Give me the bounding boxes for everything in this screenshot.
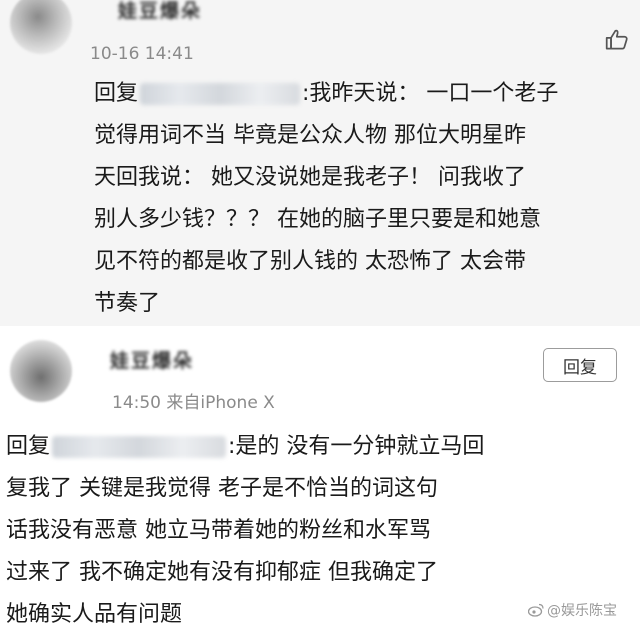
thumbs-up-icon[interactable] [602, 26, 632, 54]
comment-line: 复我了 关键是我觉得 老子是不恰当的词这句 [6, 476, 438, 501]
watermark-text: @娱乐陈宝 [547, 603, 617, 619]
mention-redacted[interactable] [52, 436, 227, 458]
comment-line: 觉得用词不当 毕竟是公众人物 那位大明星昨 [94, 123, 526, 148]
watermark: @娱乐陈宝 [528, 600, 617, 620]
comment-line: 见不符的都是收了别人钱的 太恐怖了 太会带 [94, 249, 526, 274]
reply-button[interactable]: 回复 [543, 348, 617, 382]
comment-line: 天回我说： 她又没说她是我老子！ 问我收了 [94, 165, 526, 190]
comment-line: 话我没有恶意 她立马带着她的粉丝和水军骂 [6, 518, 431, 543]
username[interactable]: 娃豆爆朵 [118, 0, 202, 23]
comment-line: 节奏了 [94, 291, 161, 316]
comment-line-text: :是的 没有一分钟就立马回 [228, 434, 485, 459]
reply-prefix: 回复 [6, 434, 51, 459]
comment-card-1: 娃豆爆朵 10-16 14:41 回复 :我昨天说： 一口一个老子 觉得用词不当 … [0, 0, 640, 326]
comment-line: 别人多少钱？？？ 在她的脑子里只要是和她意 [94, 207, 541, 232]
reply-prefix: 回复 [94, 81, 139, 106]
mention-redacted[interactable] [140, 83, 301, 105]
comment-line-text: :我昨天说： 一口一个老子 [302, 81, 559, 106]
comment-body: 回复 :是的 没有一分钟就立马回 复我了 关键是我觉得 老子是不恰当的词这句 话我… [6, 426, 484, 636]
avatar[interactable] [10, 0, 72, 54]
weibo-logo-icon [528, 603, 544, 617]
username[interactable]: 娃豆爆朵 [110, 346, 194, 373]
comment-card-2: 娃豆爆朵 回复 14:50 来自iPhone X 回复 :是的 没有一分钟就立马回… [0, 326, 640, 630]
comment-line: 回复 :是的 没有一分钟就立马回 [6, 426, 484, 468]
comment-body: 回复 :我昨天说： 一口一个老子 觉得用词不当 毕竟是公众人物 那位大明星昨 天回… [94, 73, 558, 325]
avatar[interactable] [10, 340, 72, 402]
timestamp: 10-16 14:41 [90, 44, 194, 64]
timestamp-source: 14:50 来自iPhone X [112, 393, 275, 413]
comment-line: 回复 :我昨天说： 一口一个老子 [94, 73, 558, 115]
comment-line: 过来了 我不确定她有没有抑郁症 但我确定了 [6, 560, 438, 585]
